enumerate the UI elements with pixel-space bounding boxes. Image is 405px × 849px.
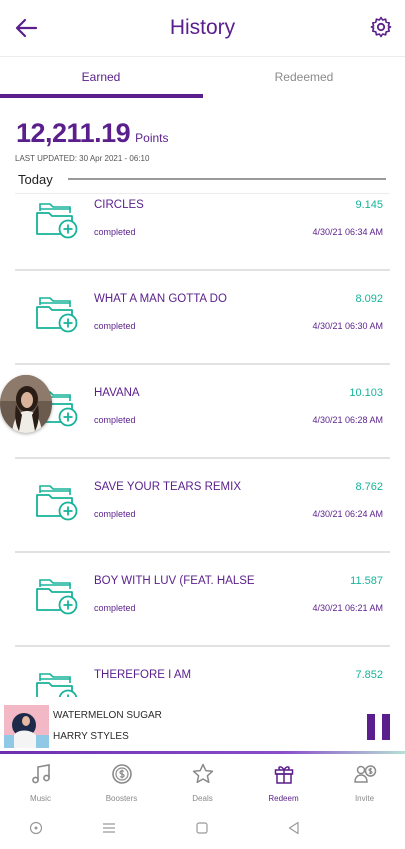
tab-redeemed[interactable]: Redeemed xyxy=(203,57,405,97)
nav-invite[interactable]: Invite xyxy=(324,762,405,808)
song-title: SAVE YOUR TEARS REMIX xyxy=(94,481,241,493)
nav-label: Invite xyxy=(354,794,375,803)
active-tab-indicator xyxy=(0,94,203,98)
playback-progress-bar[interactable] xyxy=(0,751,405,754)
nav-label: Deals xyxy=(192,794,213,803)
coin-icon xyxy=(111,764,132,784)
now-playing-artist: HARRY STYLES xyxy=(53,731,129,742)
points-earned: 10.103 xyxy=(349,387,383,399)
timestamp: 4/30/21 06:30 AM xyxy=(312,321,383,331)
history-item[interactable]: CIRCLES 9.145 completed 4/30/21 06:34 AM xyxy=(15,179,390,271)
bottom-navigation: Music Boosters Deals Redeem Invite xyxy=(0,756,405,808)
status-label: completed xyxy=(94,321,136,331)
gift-icon xyxy=(274,766,293,784)
points-earned: 7.852 xyxy=(355,669,383,681)
points-earned: 9.145 xyxy=(355,199,383,211)
history-item[interactable]: BOY WITH LUV (FEAT. HALSE 11.587 complet… xyxy=(15,555,390,647)
assistant-icon[interactable] xyxy=(28,820,44,836)
star-icon xyxy=(192,763,213,784)
song-title: WHAT A MAN GOTTA DO xyxy=(94,293,227,305)
timestamp: 4/30/21 06:34 AM xyxy=(312,227,383,237)
points-earned: 8.092 xyxy=(355,293,383,305)
history-item[interactable]: WHAT A MAN GOTTA DO 8.092 completed 4/30… xyxy=(15,273,390,365)
mini-player[interactable]: WATERMELON SUGAR HARRY STYLES xyxy=(0,697,405,753)
nav-label: Boosters xyxy=(105,794,138,803)
status-label: completed xyxy=(94,603,136,613)
folder-add-icon xyxy=(36,203,78,239)
song-title: HAVANA xyxy=(94,387,140,399)
album-art xyxy=(4,705,49,748)
timestamp: 4/30/21 06:24 AM xyxy=(312,509,383,519)
nav-label: Music xyxy=(30,794,51,803)
tab-bar: Earned Redeemed xyxy=(0,56,405,98)
nav-label: Redeem xyxy=(268,794,299,803)
artist-photo xyxy=(0,375,52,433)
gear-icon[interactable] xyxy=(369,15,393,39)
page-title: History xyxy=(169,16,236,39)
pause-button[interactable] xyxy=(367,714,391,740)
folder-add-icon xyxy=(36,579,78,615)
song-title: BOY WITH LUV (FEAT. HALSE xyxy=(94,575,255,587)
folder-add-icon xyxy=(36,485,78,521)
system-navigation-bar xyxy=(0,808,405,849)
last-updated: LAST UPDATED: 30 Apr 2021 - 06:10 xyxy=(15,154,150,163)
folder-add-icon xyxy=(36,297,78,333)
menu-icon[interactable] xyxy=(101,820,117,836)
home-icon[interactable] xyxy=(194,820,210,836)
timestamp: 4/30/21 06:28 AM xyxy=(312,415,383,425)
back-triangle-icon[interactable] xyxy=(286,820,302,836)
back-arrow-icon[interactable] xyxy=(12,14,40,42)
nav-boosters[interactable]: Boosters xyxy=(81,762,162,808)
points-summary: 12,211.19 Points xyxy=(16,118,169,149)
song-title: THEREFORE I AM xyxy=(94,669,192,681)
points-earned: 11.587 xyxy=(350,575,383,587)
nav-redeem[interactable]: Redeem xyxy=(243,762,324,808)
history-item[interactable]: HAVANA 10.103 completed 4/30/21 06:28 AM xyxy=(15,367,390,459)
points-total: 12,211.19 xyxy=(16,118,131,148)
status-label: completed xyxy=(94,415,136,425)
music-note-icon xyxy=(31,764,50,784)
timestamp: 4/30/21 06:21 AM xyxy=(312,603,383,613)
history-item[interactable]: SAVE YOUR TEARS REMIX 8.762 completed 4/… xyxy=(15,461,390,553)
tab-earned[interactable]: Earned xyxy=(0,57,202,97)
nav-deals[interactable]: Deals xyxy=(162,762,243,808)
top-bar: History xyxy=(0,0,405,56)
invite-icon xyxy=(353,765,376,783)
nav-music[interactable]: Music xyxy=(0,762,81,808)
status-label: completed xyxy=(94,227,136,237)
floating-artist-avatar[interactable] xyxy=(0,375,52,433)
song-title: CIRCLES xyxy=(94,199,144,211)
status-label: completed xyxy=(94,509,136,519)
pause-icon xyxy=(367,714,375,740)
points-earned: 8.762 xyxy=(355,481,383,493)
points-unit: Points xyxy=(135,131,169,145)
now-playing-title: WATERMELON SUGAR xyxy=(53,710,162,721)
